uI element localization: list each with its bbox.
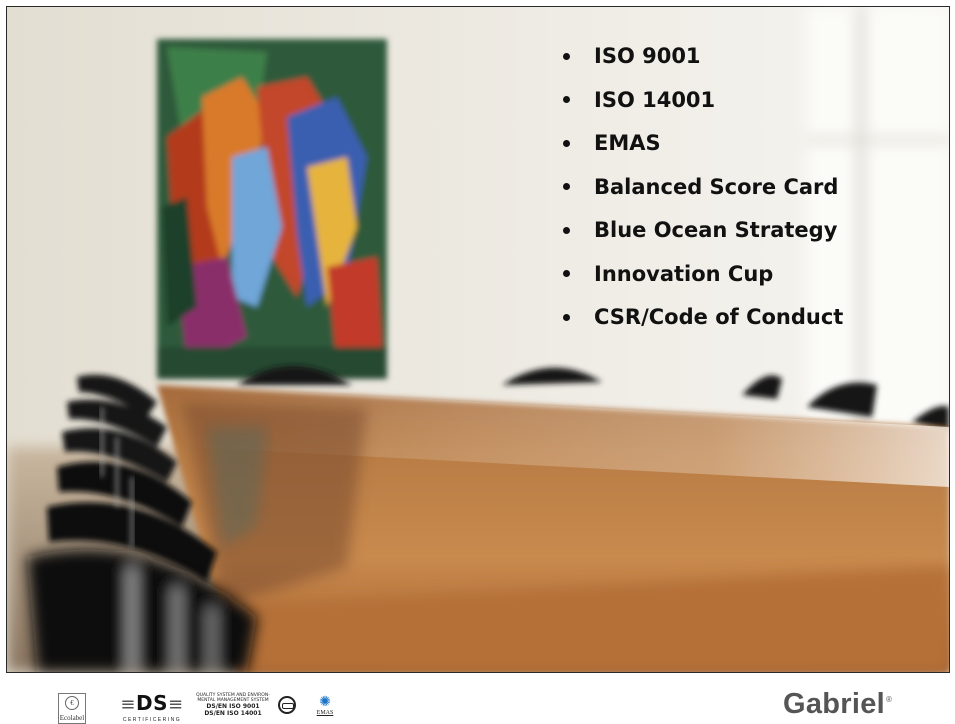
certification-seal-icon [278, 696, 296, 714]
ds-subtitle: CERTIFICERING [122, 717, 182, 723]
list-item-label: Innovation Cup [594, 261, 774, 286]
bullet-icon [563, 139, 570, 147]
bullet-icon [563, 313, 570, 321]
ds-text: DS [135, 691, 168, 715]
iso-line: DS/EN ISO 9001 [206, 703, 260, 710]
bullet-icon [563, 96, 570, 103]
list-item-label: EMAS [594, 131, 661, 155]
ecolabel-text: Ecolabel [59, 714, 85, 722]
ds-bars-icon: ≡ [168, 694, 184, 715]
emas-text: EMAS [316, 710, 334, 716]
registered-mark: ® [886, 695, 893, 705]
certification-list: ISO 9001 ISO 14001 EMAS Balanced Score C… [563, 36, 843, 341]
list-item: CSR/Code of Conduct [563, 297, 843, 337]
bullet-icon [563, 52, 570, 60]
list-item-label: CSR/Code of Conduct [594, 305, 844, 329]
bullet-icon [563, 183, 570, 190]
ecolabel-logo: € Ecolabel [58, 693, 86, 724]
list-item: ISO 9001 [563, 36, 843, 76]
bullet-icon [563, 270, 570, 277]
bullet-icon [563, 226, 570, 234]
list-item-label: ISO 14001 [594, 87, 716, 112]
brand-name: Gabriel [783, 688, 886, 720]
emas-logo: ✺ EMAS [312, 693, 338, 724]
list-item: ISO 14001 [563, 80, 843, 120]
emas-stars-icon: ✺ [319, 693, 331, 709]
list-item-label: Blue Ocean Strategy [594, 218, 838, 242]
ds-certification-logo: ≡DS≡ CERTIFICERING [117, 692, 187, 724]
ds-bars-icon: ≡ [120, 694, 136, 715]
gabriel-logo: Gabriel® [783, 688, 892, 721]
list-item: Innovation Cup [563, 254, 843, 294]
list-item: Blue Ocean Strategy [563, 210, 843, 250]
list-item: Balanced Score Card [563, 167, 843, 207]
list-item: EMAS [563, 123, 843, 163]
iso-line: DS/EN ISO 14001 [204, 710, 262, 717]
iso-certification-text: QUALITY SYSTEM AND ENVIRON- MENTAL MANAG… [194, 693, 272, 724]
ecolabel-flower-icon: € [65, 696, 79, 710]
list-item-label: ISO 9001 [594, 44, 701, 68]
list-item-label: Balanced Score Card [594, 174, 839, 199]
